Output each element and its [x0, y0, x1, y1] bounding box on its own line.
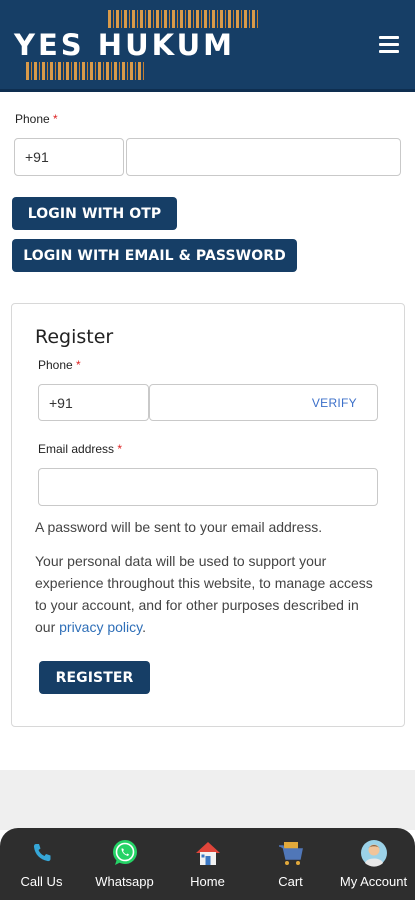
nav-call-us-label: Call Us [20, 874, 63, 889]
register-email-label: Email address * [38, 442, 123, 456]
nav-home[interactable]: Home [168, 838, 248, 889]
register-phone-label: Phone * [38, 358, 81, 372]
login-phone-label: Phone * [15, 112, 58, 126]
logo-text: YES HUKUM [14, 28, 235, 62]
privacy-policy-link[interactable]: privacy policy [59, 619, 142, 635]
login-phone-input[interactable] [126, 138, 401, 176]
nav-call-us[interactable]: Call Us [2, 838, 82, 889]
nav-cart[interactable]: Cart [251, 838, 331, 889]
nav-home-label: Home [190, 874, 225, 889]
register-title: Register [35, 326, 114, 348]
whatsapp-icon [110, 838, 140, 868]
register-card: Register Phone * +91 VERIFY Email addres… [11, 303, 405, 727]
nav-whatsapp-label: Whatsapp [95, 874, 154, 889]
hamburger-menu-icon[interactable] [379, 36, 399, 54]
logo-barcode-bottom [26, 62, 146, 80]
login-country-code[interactable]: +91 [14, 138, 124, 176]
home-icon [193, 838, 223, 868]
password-note: A password will be sent to your email ad… [35, 519, 323, 535]
login-with-email-password-button[interactable]: LOGIN WITH EMAIL & PASSWORD [12, 239, 297, 272]
register-email-input[interactable] [38, 468, 378, 506]
nav-cart-label: Cart [278, 874, 303, 889]
nav-my-account[interactable]: My Account [334, 838, 414, 889]
verify-button[interactable]: VERIFY [312, 385, 357, 420]
register-country-code[interactable]: +91 [38, 384, 149, 421]
register-phone-input[interactable]: VERIFY [149, 384, 378, 421]
nav-whatsapp[interactable]: Whatsapp [85, 838, 165, 889]
login-with-otp-button[interactable]: LOGIN WITH OTP [12, 197, 177, 230]
phone-icon [27, 838, 57, 868]
register-button[interactable]: REGISTER [39, 661, 150, 694]
cart-icon [276, 838, 306, 868]
logo-barcode-top [108, 10, 258, 28]
footer-area [0, 770, 415, 830]
nav-my-account-label: My Account [339, 874, 408, 889]
bottom-navigation: Call Us Whatsapp Home Cart My Account [0, 828, 415, 900]
privacy-notice: Your personal data will be used to suppo… [35, 553, 373, 635]
site-logo[interactable]: YES HUKUM [14, 10, 258, 82]
account-avatar-icon [359, 838, 389, 868]
site-header: YES HUKUM [0, 0, 415, 92]
